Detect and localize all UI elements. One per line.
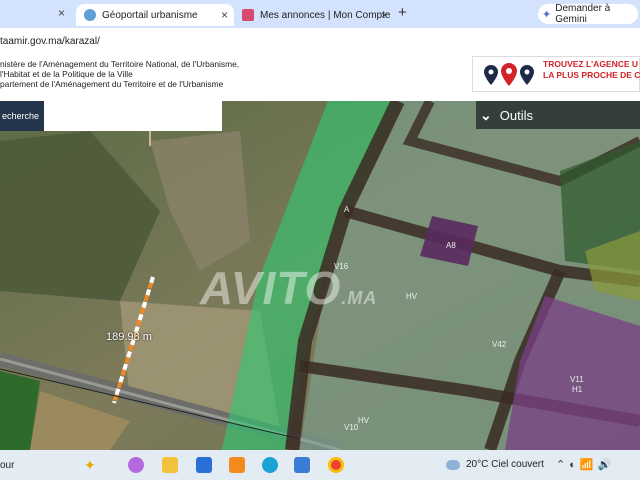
gemini-button[interactable]: ✦ Demander à Gemini — [538, 3, 638, 25]
ministry-line: nistère de l'Aménagement du Territoire N… — [0, 59, 240, 69]
close-tab-icon[interactable]: × — [381, 8, 388, 22]
file-explorer-icon[interactable] — [162, 457, 178, 473]
browser-tab-bar: × Géoportail urbanisme × Mes annonces | … — [0, 0, 640, 28]
taskbar-search[interactable]: our — [0, 460, 14, 471]
map-pins-icon — [484, 63, 534, 86]
ministry-title: nistère de l'Aménagement du Territoire N… — [0, 59, 239, 89]
tab-label: Mes annonces | Mon Compte — [260, 9, 391, 21]
weather-widget[interactable]: 20°C Ciel couvert — [446, 459, 544, 470]
zone-label: H1 — [572, 385, 583, 394]
search-button[interactable]: echerche — [0, 101, 44, 131]
vlc-icon[interactable] — [229, 457, 245, 473]
tools-label: Outils — [499, 107, 533, 123]
zone-label: V10 — [344, 423, 359, 432]
agency-promo-banner[interactable]: TROUVEZ L'AGENCE U LA PLUS PROCHE DE C — [472, 56, 640, 92]
weather-text: 20°C Ciel couvert — [466, 459, 544, 470]
search-bar[interactable]: echerche — [0, 101, 222, 131]
map-viewport[interactable]: AVITO.MA A A8 V16 HV V42 V11 H1 HV V10 1… — [0, 101, 640, 450]
edge-icon[interactable] — [262, 457, 278, 473]
distance-label: 189.98 m — [106, 331, 152, 343]
watermark-suffix: .MA — [341, 288, 378, 308]
copilot-icon[interactable] — [128, 457, 144, 473]
cloud-icon — [446, 459, 460, 470]
tools-panel-toggle[interactable]: ⌄ Outils — [476, 101, 640, 129]
mail-icon[interactable] — [294, 457, 310, 473]
gemini-label: Demander à Gemini — [555, 3, 611, 25]
store-icon[interactable] — [196, 457, 212, 473]
tab-mes-annonces[interactable]: Mes annonces | Mon Compte × — [238, 4, 394, 26]
ministry-line: l'Habitat et de la Politique de la Ville — [0, 69, 133, 79]
zone-label: HV — [406, 292, 418, 301]
promo-text: TROUVEZ L'AGENCE U LA PLUS PROCHE DE C — [543, 59, 640, 81]
zone-label: A — [344, 205, 350, 214]
zone-label: V11 — [570, 375, 584, 384]
promo-line: LA PLUS PROCHE DE C — [543, 70, 640, 80]
promo-line: TROUVEZ L'AGENCE U — [543, 59, 639, 69]
globe-icon — [84, 9, 96, 21]
gemini-star-icon: ✦ — [542, 8, 552, 21]
windows-taskbar: our ✦ 20°C Ciel couvert ⌃◐📶🔊 — [0, 450, 640, 480]
page-content: nistère de l'Aménagement du Territoire N… — [0, 56, 640, 450]
avito-icon — [242, 9, 254, 21]
close-tab-icon[interactable]: × — [58, 6, 65, 20]
avito-watermark: AVITO.MA — [200, 261, 377, 315]
tab-geoportail[interactable]: Géoportail urbanisme × — [76, 4, 234, 26]
chevron-down-icon: ⌄ — [480, 106, 492, 123]
address-bar[interactable]: taamir.gov.ma/karazal/ — [0, 28, 640, 56]
watermark-text: AVITO — [200, 262, 342, 314]
zone-label: A8 — [446, 241, 456, 250]
sparkle-icon[interactable]: ✦ — [84, 457, 100, 473]
close-tab-icon[interactable]: × — [221, 8, 228, 22]
tab-label: Géoportail urbanisme — [102, 9, 198, 21]
zone-label: V42 — [492, 340, 507, 349]
zone-label: HV — [358, 416, 370, 425]
url-text: taamir.gov.ma/karazal/ — [0, 36, 100, 47]
new-tab-button[interactable]: + — [398, 4, 407, 21]
site-header: nistère de l'Aménagement du Territoire N… — [0, 56, 640, 101]
ministry-line: partement de l'Aménagement du Territoire… — [0, 79, 224, 89]
chrome-icon[interactable] — [328, 457, 344, 473]
zone-label: V16 — [334, 262, 349, 271]
system-tray-icons[interactable]: ⌃◐📶🔊 — [556, 458, 615, 471]
